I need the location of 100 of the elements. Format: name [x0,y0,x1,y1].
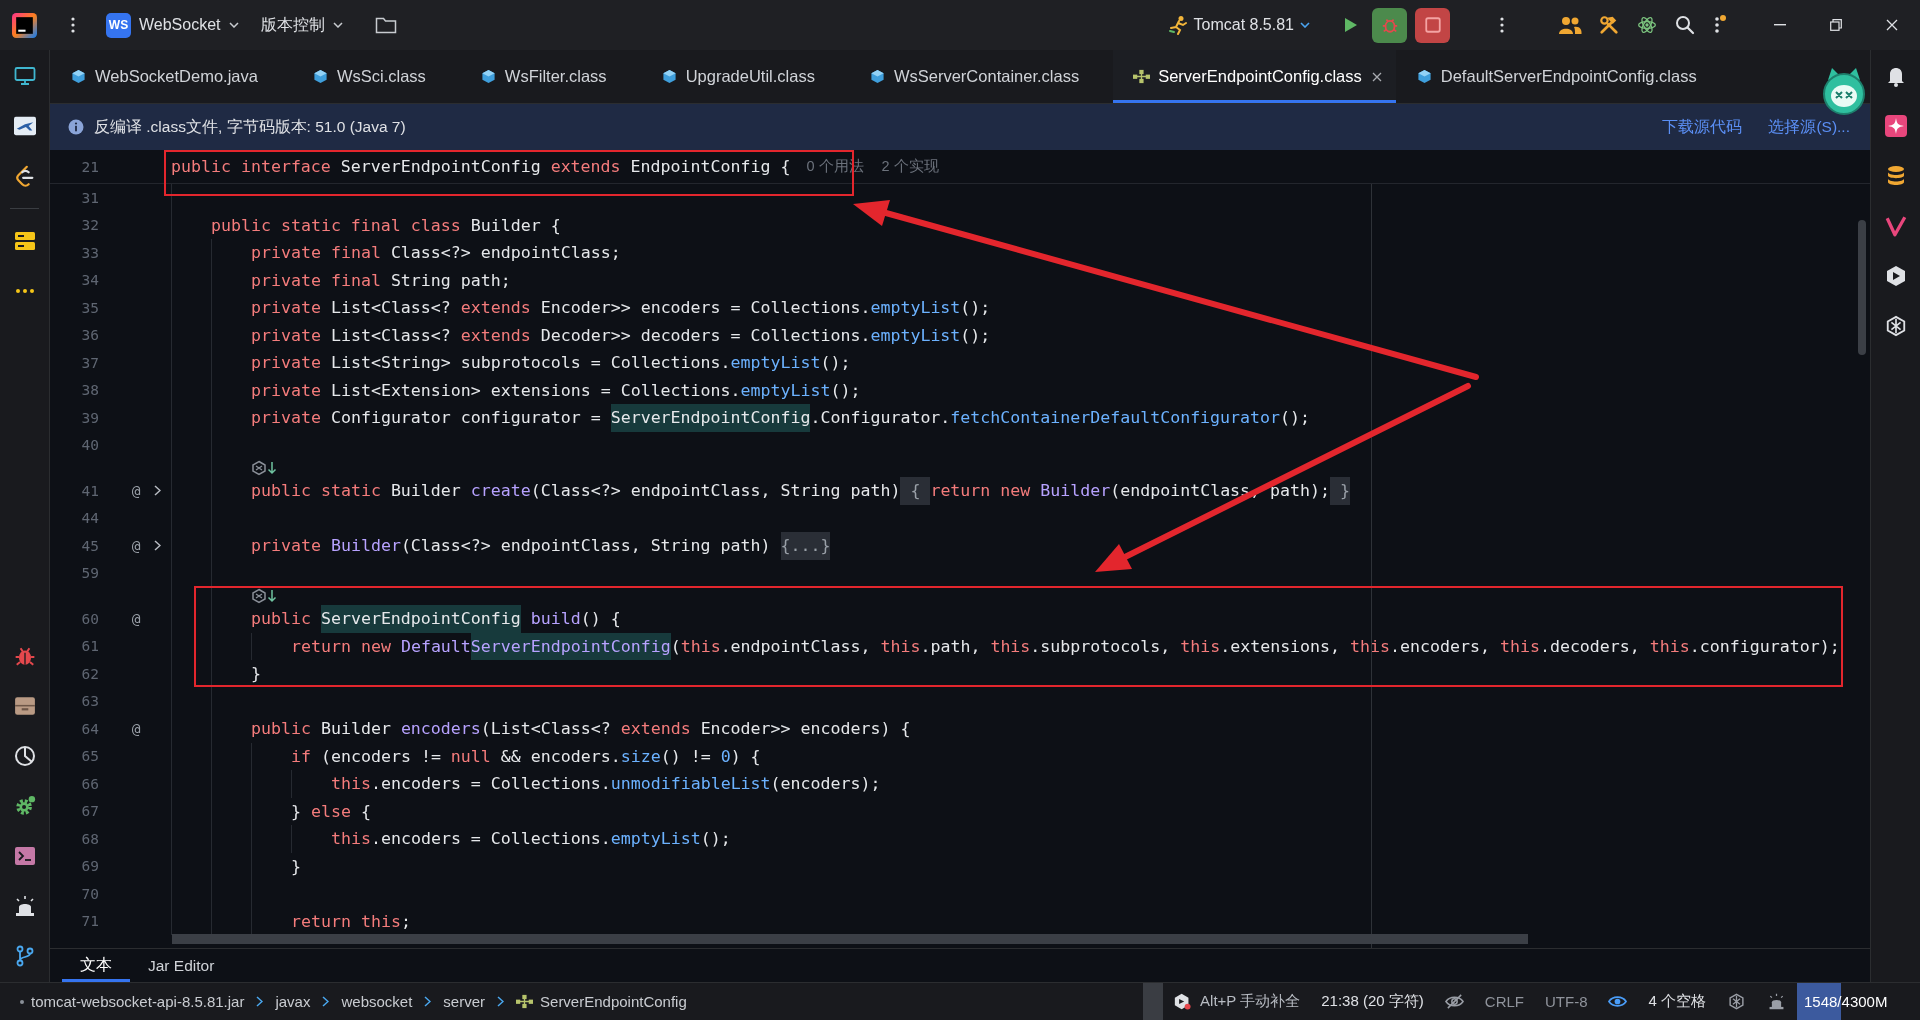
bug-icon[interactable] [13,645,36,667]
star-tile-icon[interactable] [1884,115,1907,137]
terminal-icon[interactable] [13,845,36,867]
chevron-icon [424,996,432,1007]
gutter-marker[interactable]: @ [131,720,141,737]
cube-icon [311,69,329,84]
chevron-right-icon[interactable] [153,485,161,497]
chevron-v-icon[interactable] [1884,215,1907,237]
code-line: } [291,855,301,878]
caret-icon [332,22,343,28]
file-encoding[interactable]: UTF-8 [1545,993,1588,1010]
line-separator[interactable]: CRLF [1484,993,1524,1010]
line-number: 45 [80,537,100,554]
close-icon[interactable] [1371,71,1382,82]
cube-icon [868,69,886,84]
editor-tab[interactable]: WsSci.class [291,50,460,103]
banner-link[interactable]: 下载源代码 [1662,116,1743,138]
breadcrumb[interactable]: server [443,993,486,1010]
cube-icon [70,69,87,84]
scrollbar-thumb[interactable] [1858,220,1866,355]
editor-tab[interactable]: ServerEndpointConfig.class [1113,50,1396,103]
gutter-marker[interactable]: @ [131,610,141,627]
eye-off-icon[interactable] [1444,993,1464,1010]
code-line: private List<String> subprotocols = Collections.emptyList(); [251,352,851,374]
breadcrumb[interactable]: websocket [341,993,413,1010]
project-switcher[interactable]: WS WebSocket [106,8,239,42]
gutter-marker[interactable]: @ [131,537,141,554]
stop-button[interactable] [1415,7,1450,43]
code-line: private final Class<?> endpointClass; [251,242,621,264]
line-number: 38 [80,382,100,399]
editor-tab[interactable]: WsServerContainer.class [848,50,1114,103]
knot-arrow-icon[interactable] [251,460,277,476]
chevron-icon [256,996,264,1007]
gear-icon[interactable] [13,795,36,817]
monitor-icon[interactable] [13,65,36,87]
knot-icon[interactable] [1884,315,1907,337]
knot-arrow-icon[interactable] [251,588,277,604]
archive-icon[interactable] [13,695,36,717]
editor-tab[interactable]: WebSocketDemo.java [50,50,292,103]
run-icon[interactable] [1344,17,1358,33]
alarm-light-icon[interactable] [1767,993,1786,1010]
line-number: 70 [80,885,100,902]
breadcrumb[interactable]: javax [275,993,311,1010]
more-icon[interactable] [1500,17,1504,33]
cube-icon [1415,69,1433,84]
dots-badge-icon[interactable] [1712,15,1726,35]
alarm-light-icon[interactable] [13,895,36,917]
atom-icon[interactable] [1636,15,1658,35]
code-line: public Builder encoders(List<Class<? extends Encoder>> encoders) { [251,718,911,740]
line-number: 35 [80,299,100,316]
breadcrumb[interactable]: ServerEndpointConfig [516,993,687,1010]
editor-tab[interactable]: DefaultServerEndpointConfig.class [1395,50,1731,103]
chevron-right-icon[interactable] [153,540,161,552]
cat-badge-icon[interactable] [1822,66,1866,116]
image-thumbnail-icon[interactable] [13,115,36,137]
cube-icon [660,69,678,84]
completion-widget[interactable]: Alt+P 手动补全 [1173,992,1301,1011]
debug-button[interactable] [1372,7,1407,43]
code-line: public static final class Builder { [211,214,561,237]
knot-icon[interactable] [1727,993,1746,1010]
caret-position[interactable]: 21:38 (20 字符) [1321,992,1424,1011]
restore-icon[interactable] [1830,19,1842,31]
hexagon-icon[interactable] [1884,265,1907,287]
code-line: public static Builder create(Class<?> endpointClass, String path) { return new Builder(endpointClass, path); } [251,477,1350,505]
breadcrumb[interactable]: tomcat-websocket-api-8.5.81.jar [20,993,245,1010]
line-number: 39 [80,409,100,426]
code-line: return this; [291,910,411,933]
code-line: this.encoders = Collections.unmodifiableList(encoders); [331,773,881,795]
hammer-wrench-icon[interactable] [1598,15,1620,35]
folder-icon[interactable] [374,15,397,35]
app-logo-icon[interactable] [12,12,37,38]
server-icon[interactable] [13,230,36,252]
pie-chart-icon[interactable] [13,745,36,767]
blocks-icon [516,994,534,1009]
line-number: 44 [80,510,100,527]
menu-icon[interactable] [71,17,75,33]
view-tab[interactable]: Jar Editor [130,949,233,982]
gutter-marker[interactable]: @ [131,482,141,499]
editor-tab[interactable]: WsFilter.class [459,50,641,103]
indent-setting[interactable]: 4 个空格 [1648,992,1706,1011]
scrollbar-thumb[interactable] [172,934,1528,944]
view-tab[interactable]: 文本 [62,949,130,982]
code-line: private List<Class<? extends Encoder>> encoders = Collections.emptyList(); [251,297,991,319]
vcs-menu[interactable]: 版本控制 [260,8,343,42]
users-icon[interactable] [1558,15,1582,35]
banner-link[interactable]: 选择源(S)... [1768,116,1850,138]
code-line: private final String path; [251,269,511,292]
editor-tab[interactable]: UpgradeUtil.class [640,50,849,103]
line-number: 66 [80,775,100,792]
usage-hint[interactable]: 2 个实现 [881,157,939,176]
run-configuration[interactable]: Tomcat 8.5.81 [1167,8,1310,42]
search-icon[interactable] [1674,15,1696,35]
status-segment [1143,983,1164,1020]
more-icon[interactable] [15,289,34,293]
line-number: 37 [80,354,100,371]
line-number: 71 [80,913,100,930]
info-icon [68,119,84,135]
eye-icon[interactable] [1608,993,1628,1010]
code-line: public ServerEndpointConfig build() { [251,605,621,633]
bracket-logo-icon[interactable] [13,165,36,187]
